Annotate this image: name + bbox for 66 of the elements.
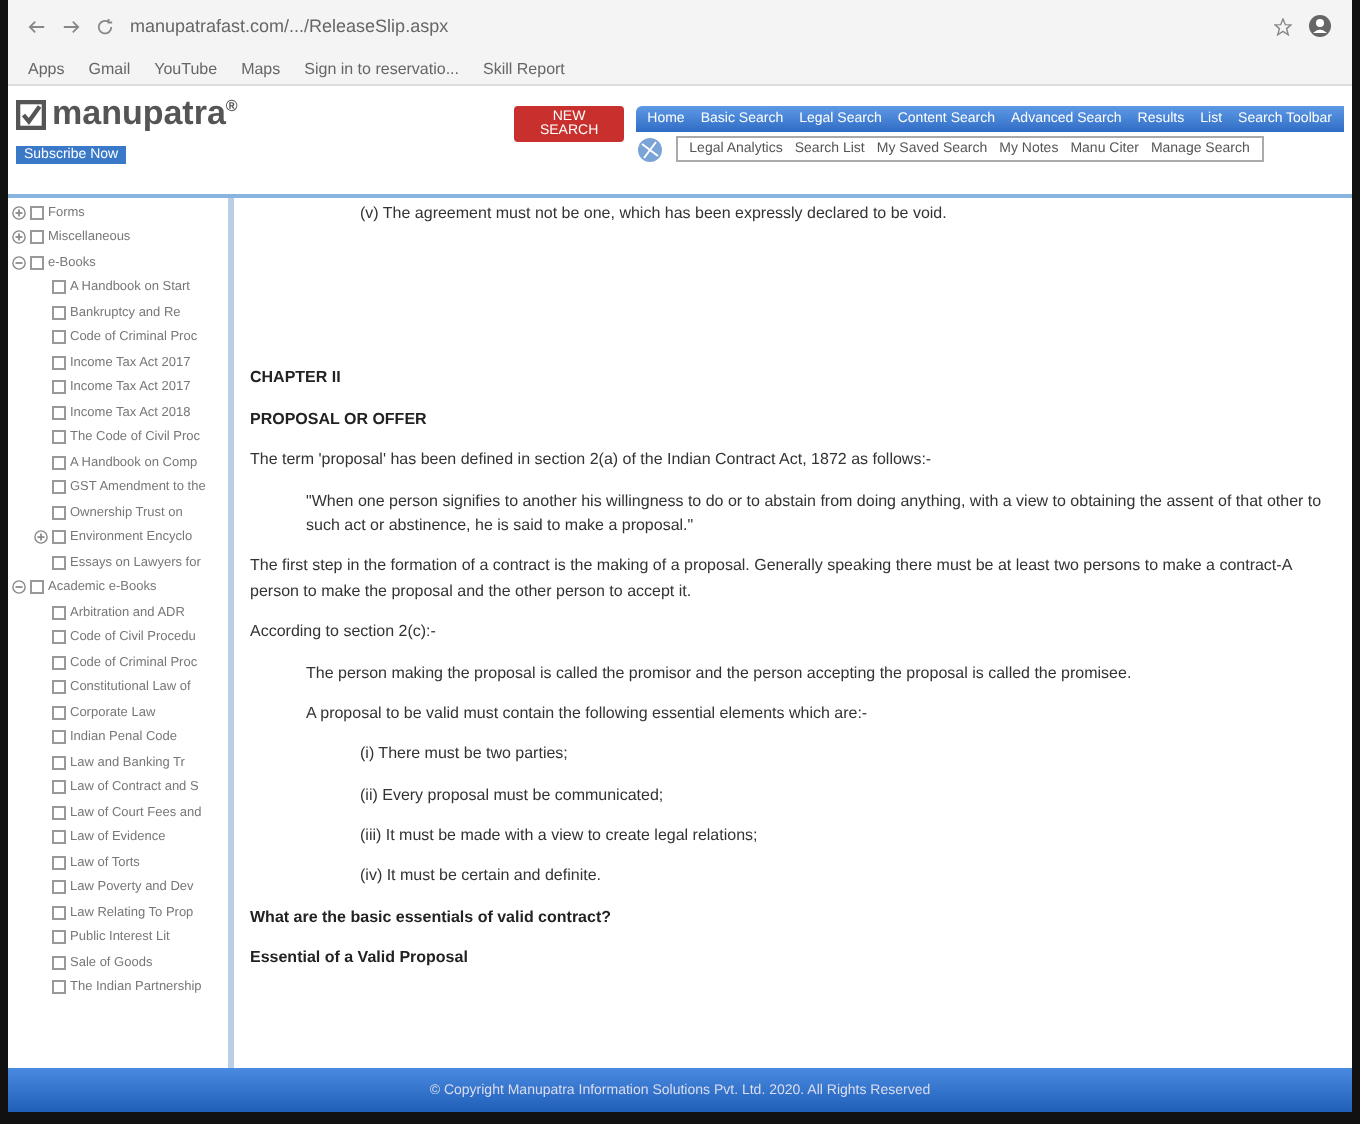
expand-icon[interactable] xyxy=(12,205,26,220)
collapse-icon[interactable] xyxy=(12,580,26,595)
paragraph: (ii) Every proposal must be communicated; xyxy=(358,783,666,808)
address-bar[interactable]: manupatrafast.com/.../ReleaseSlip.aspx xyxy=(130,16,449,36)
checkbox[interactable] xyxy=(52,330,66,345)
checkbox[interactable] xyxy=(52,855,66,870)
paragraph: (i) There must be two parties; xyxy=(358,742,570,767)
forward-icon[interactable] xyxy=(62,17,80,35)
checkbox[interactable] xyxy=(52,955,66,970)
bookmark[interactable]: Apps xyxy=(28,59,65,77)
logo-check-icon xyxy=(16,99,46,129)
paragraph: According to section 2(c):- xyxy=(250,620,438,645)
bookmark[interactable]: Maps xyxy=(241,59,281,77)
paragraph: The first step in the formation of a contract is the making of a proposal. Generally speaking there must be at least two persons to make a contract-A person to make the proposal and the other person to accept it. xyxy=(250,554,1295,604)
checkbox[interactable] xyxy=(52,530,66,545)
checkbox[interactable] xyxy=(52,280,66,295)
checkbox[interactable] xyxy=(52,780,66,795)
checkbox[interactable] xyxy=(52,305,66,320)
paragraph: "When one person signifies to another his willingness to do or to abstain from doing anything, with a view to obtaining the assent of that other to such act or abstinence, he is said to make a proposal." xyxy=(304,489,1324,538)
checkbox[interactable] xyxy=(52,655,66,670)
bookmark[interactable]: YouTube xyxy=(154,59,218,77)
checkbox[interactable] xyxy=(52,380,66,395)
checkbox[interactable] xyxy=(52,555,66,570)
checkbox[interactable] xyxy=(52,930,66,945)
checkbox[interactable] xyxy=(52,730,66,745)
checkbox[interactable] xyxy=(52,805,66,820)
checkbox[interactable] xyxy=(52,630,66,645)
checkbox[interactable] xyxy=(52,980,66,995)
checkbox[interactable] xyxy=(52,605,66,620)
checkbox[interactable] xyxy=(52,455,66,470)
section-heading: PROPOSAL OR OFFER xyxy=(250,407,429,432)
paragraph: The term 'proposal' has been defined in section 2(a) of the Indian Contract Act, 1872 as follows:- xyxy=(250,448,934,473)
profile-icon[interactable] xyxy=(1308,14,1332,38)
section-heading: Essential of a Valid Proposal xyxy=(250,946,470,971)
star-icon[interactable] xyxy=(1274,17,1292,35)
section-heading: What are the basic essentials of valid contract? xyxy=(250,905,613,930)
logo-text: manupatra$^{®}$ xyxy=(52,94,238,134)
paragraph: (iii) It must be made with a view to create legal relations; xyxy=(358,824,760,849)
reload-icon[interactable] xyxy=(96,17,114,35)
checkbox[interactable] xyxy=(30,580,44,595)
checkbox[interactable] xyxy=(52,505,66,520)
checkbox[interactable] xyxy=(30,255,44,270)
expand-icon[interactable] xyxy=(12,230,26,245)
checkbox[interactable] xyxy=(30,205,44,220)
checkbox[interactable] xyxy=(52,355,66,370)
paragraph: (v) The agreement must not be one, which has been expressly declared to be void. xyxy=(358,202,949,226)
checkbox[interactable] xyxy=(52,680,66,695)
checkbox[interactable] xyxy=(30,230,44,245)
checkbox[interactable] xyxy=(52,480,66,495)
bookmark[interactable]: Sign in to reservatio... xyxy=(304,59,459,77)
paragraph: The person making the proposal is called the promisor and the person accepting the proposal is called the promisee. xyxy=(304,661,1134,686)
checkbox[interactable] xyxy=(52,430,66,445)
checkbox[interactable] xyxy=(52,830,66,845)
paragraph: A proposal to be valid must contain the following essential elements which are:- xyxy=(304,701,870,726)
section-heading: CHAPTER II xyxy=(250,366,343,391)
checkbox[interactable] xyxy=(52,755,66,770)
paragraph: (iv) It must be certain and definite. xyxy=(358,864,603,889)
bookmark[interactable]: Gmail xyxy=(88,59,131,77)
expand-icon[interactable] xyxy=(34,530,48,545)
bookmark[interactable]: Skill Report xyxy=(483,59,565,77)
checkbox[interactable] xyxy=(52,880,66,895)
checkbox[interactable] xyxy=(52,905,66,920)
collapse-icon[interactable] xyxy=(12,255,26,270)
back-icon[interactable] xyxy=(28,17,46,35)
checkbox[interactable] xyxy=(52,705,66,720)
checkbox[interactable] xyxy=(52,405,66,420)
